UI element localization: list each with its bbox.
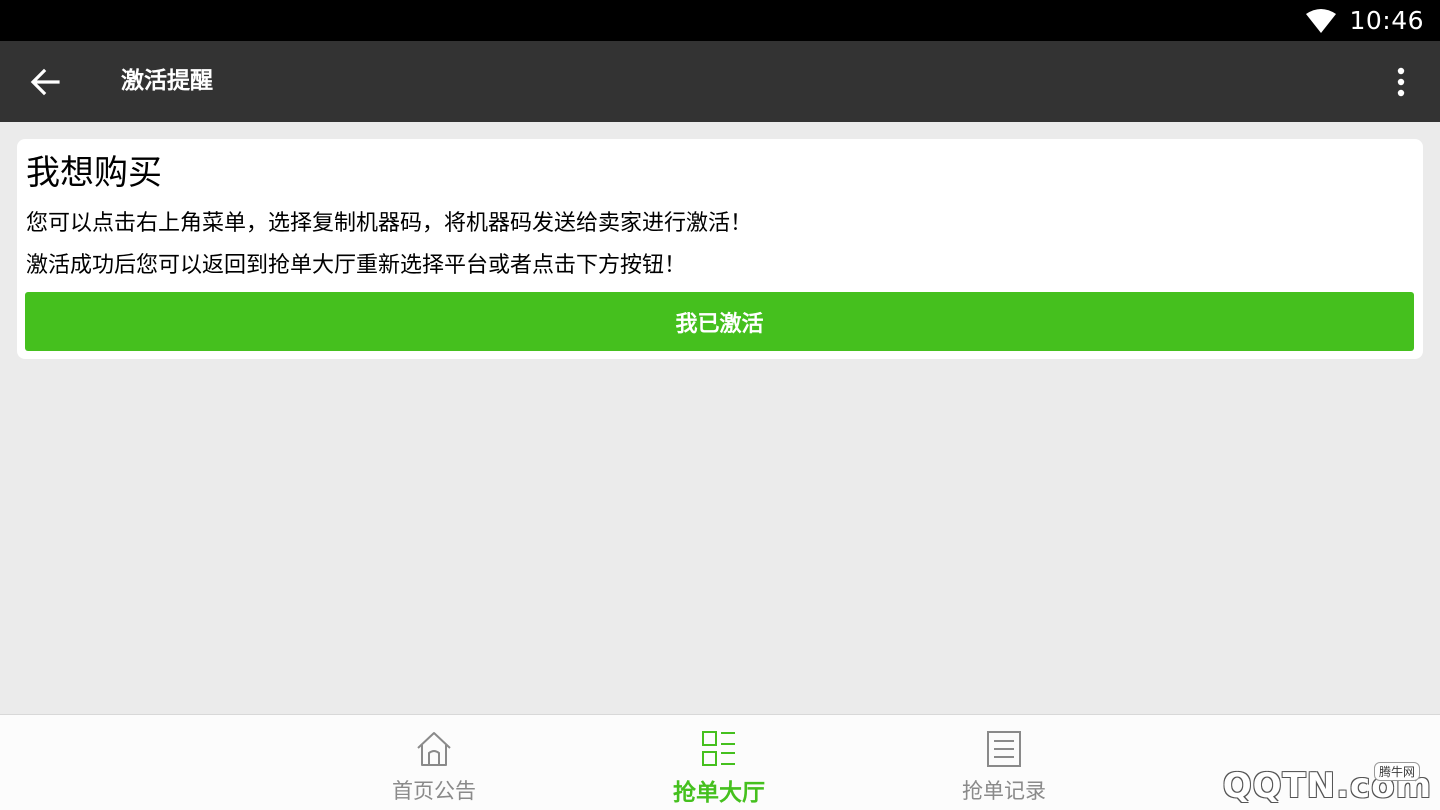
activated-button[interactable]: 我已激活 bbox=[25, 292, 1414, 351]
more-vertical-icon bbox=[1397, 67, 1405, 97]
watermark-small-text: 腾牛网 bbox=[1373, 762, 1420, 781]
document-list-icon bbox=[987, 731, 1021, 767]
status-time: 10:46 bbox=[1349, 6, 1424, 35]
status-bar: 10:46 bbox=[0, 0, 1440, 41]
nav-label: 抢单大厅 bbox=[673, 780, 765, 806]
back-button[interactable] bbox=[22, 59, 68, 105]
nav-item-home-notice[interactable]: 首页公告 bbox=[334, 715, 534, 810]
wifi-icon bbox=[1306, 8, 1337, 33]
nav-item-order-records[interactable]: 抢单记录 bbox=[904, 715, 1104, 810]
page-title: 激活提醒 bbox=[121, 68, 213, 94]
overflow-menu-button[interactable] bbox=[1378, 59, 1424, 105]
watermark-logo: 腾牛网 QQTN.com bbox=[1222, 752, 1432, 806]
nav-label: 抢单记录 bbox=[962, 779, 1046, 803]
instruction-line-1: 您可以点击右上角菜单，选择复制机器码，将机器码发送给卖家进行激活！ bbox=[26, 211, 753, 236]
home-icon bbox=[417, 732, 451, 766]
app-bar: 激活提醒 bbox=[0, 41, 1440, 122]
card-heading: 我想购买 bbox=[26, 153, 162, 193]
instruction-line-2: 激活成功后您可以返回到抢单大厅重新选择平台或者点击下方按钮！ bbox=[26, 253, 687, 278]
nav-item-order-hall[interactable]: 抢单大厅 bbox=[619, 715, 819, 810]
grid-list-icon bbox=[702, 731, 735, 766]
nav-label: 首页公告 bbox=[392, 779, 476, 803]
activation-card: 我想购买 您可以点击右上角菜单，选择复制机器码，将机器码发送给卖家进行激活！ 激… bbox=[17, 139, 1423, 359]
arrow-left-icon bbox=[30, 68, 60, 96]
